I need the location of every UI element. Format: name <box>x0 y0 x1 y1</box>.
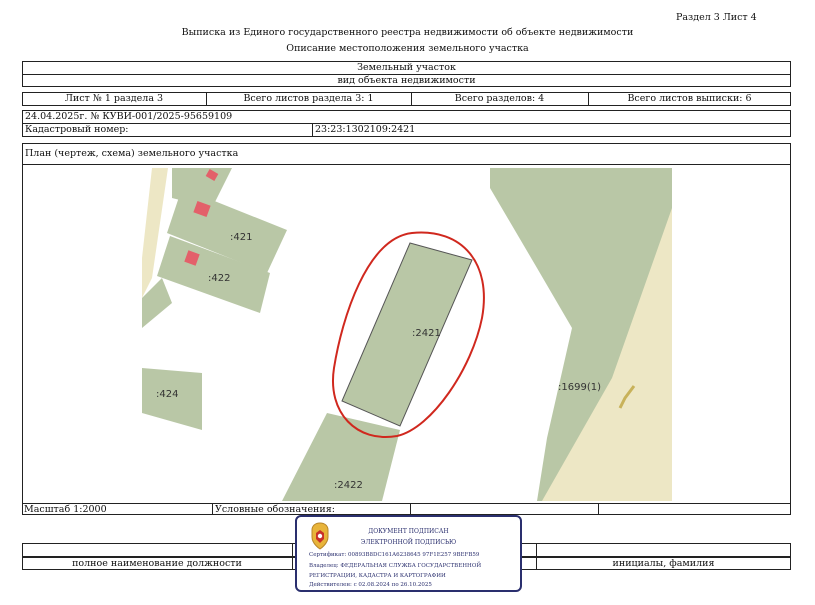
object-type: Земельный участок <box>357 62 456 73</box>
emblem-icon <box>311 522 329 550</box>
electronic-signature-stamp: ДОКУМЕНТ ПОДПИСАН ЭЛЕКТРОННОЙ ПОДПИСЬЮ С… <box>295 515 522 592</box>
label-424: :424 <box>156 389 178 400</box>
scale-row <box>22 503 791 515</box>
stamp-owner-2: РЕГИСТРАЦИИ, КАДАСТРА И КАРТОГРАФИИ <box>309 573 446 579</box>
label-422: :422 <box>208 273 230 284</box>
label-2421: :2421 <box>412 328 441 339</box>
plan-title: План (чертеж, схема) земельного участка <box>25 148 239 159</box>
cadastral-plan-map: :421 :422 :424 :2421 :2422 :1699(1) <box>142 168 672 501</box>
name-caption: инициалы, фамилия <box>612 558 715 569</box>
document-subtitle: Описание местоположения земельного участ… <box>286 43 529 54</box>
divider <box>536 543 537 557</box>
total-sheets-extract: Всего листов выписки: 6 <box>627 93 752 104</box>
total-sections: Всего разделов: 4 <box>454 93 545 104</box>
scale-label: Масштаб 1:2000 <box>24 504 107 515</box>
divider <box>312 123 313 137</box>
label-421: :421 <box>230 232 252 243</box>
legend-label: Условные обозначения: <box>215 504 335 515</box>
object-type-caption: вид объекта недвижимости <box>337 75 476 86</box>
stamp-validity: Действителен: с 02.08.2024 по 26.10.2025 <box>309 582 432 588</box>
stamp-owner-1: Владелец: ФЕДЕРАЛЬНАЯ СЛУЖБА ГОСУДАРСТВЕ… <box>309 563 482 569</box>
extract-date-number: 24.04.2025г. № КУВИ-001/2025-95659109 <box>25 111 233 122</box>
cadastral-number-value: 23:23:1302109:2421 <box>315 124 416 135</box>
stamp-title-2: ЭЛЕКТРОННОЙ ПОДПИСЬЮ <box>360 539 457 546</box>
document-title: Выписка из Единого государственного реес… <box>181 27 634 38</box>
stamp-certificate: Сертификат: 00893B8DC161A6238645 97F1E25… <box>309 552 480 558</box>
position-caption: полное наименование должности <box>72 558 242 569</box>
label-2422: :2422 <box>334 480 363 491</box>
cadastral-number-label: Кадастровый номер: <box>25 124 129 135</box>
divider <box>598 503 599 515</box>
stamp-title-1: ДОКУМЕНТ ПОДПИСАН <box>368 528 449 535</box>
section-sheet-label: Раздел 3 Лист 4 <box>676 12 757 23</box>
divider <box>292 557 293 570</box>
label-1699: :1699(1) <box>558 382 601 393</box>
divider <box>410 503 411 515</box>
divider <box>212 503 213 515</box>
total-sheets-section: Всего листов раздела 3: 1 <box>243 93 374 104</box>
divider <box>292 543 293 557</box>
sheet-number: Лист № 1 раздела 3 <box>64 93 164 104</box>
